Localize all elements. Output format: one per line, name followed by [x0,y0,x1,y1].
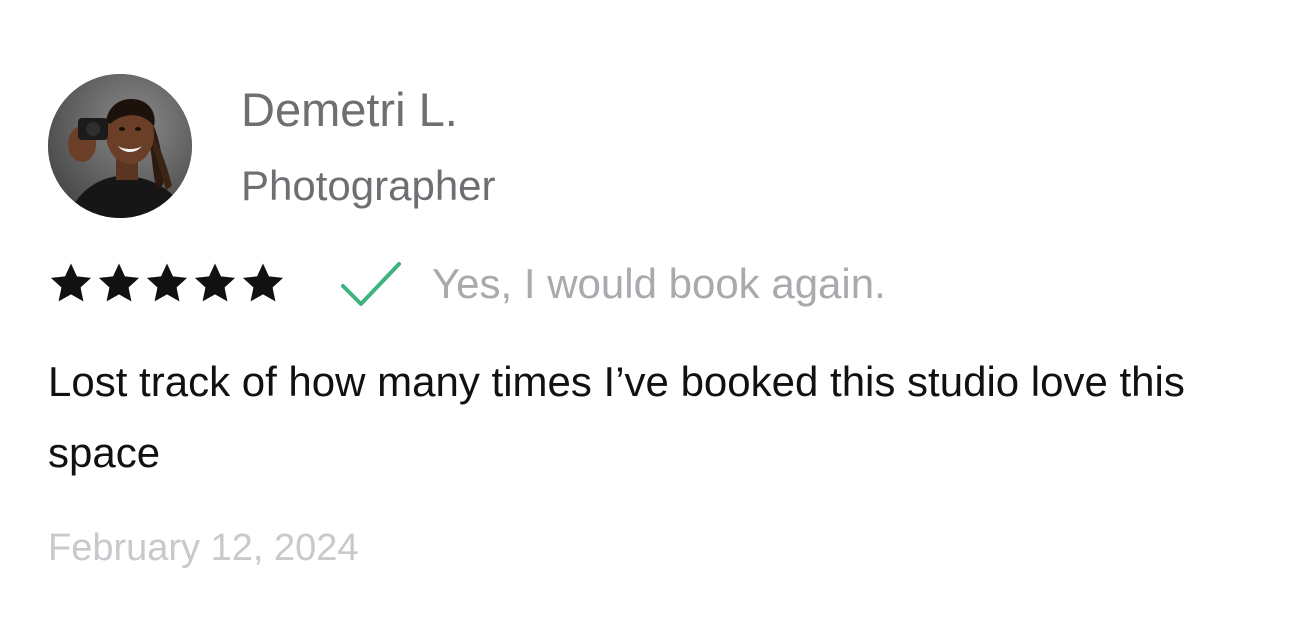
review-card: Demetri L. Photographer Yes, I would boo… [0,0,1290,640]
reviewer-name: Demetri L. [241,83,458,136]
star-icon [98,263,140,302]
reviewer-role: Photographer [241,162,496,209]
star-icon [194,263,236,302]
star-icon [50,263,92,302]
star-icon [146,263,188,302]
review-text: Lost track of how many times I’ve booked… [48,358,1185,476]
rating-row: Yes, I would book again. [48,256,886,312]
avatar [48,74,192,218]
checkmark-icon [341,262,401,306]
review-date: February 12, 2024 [48,527,359,569]
book-again-text: Yes, I would book again. [432,260,886,307]
avatar-photo [48,74,192,218]
star-rating [48,262,286,306]
star-icon [242,263,284,302]
